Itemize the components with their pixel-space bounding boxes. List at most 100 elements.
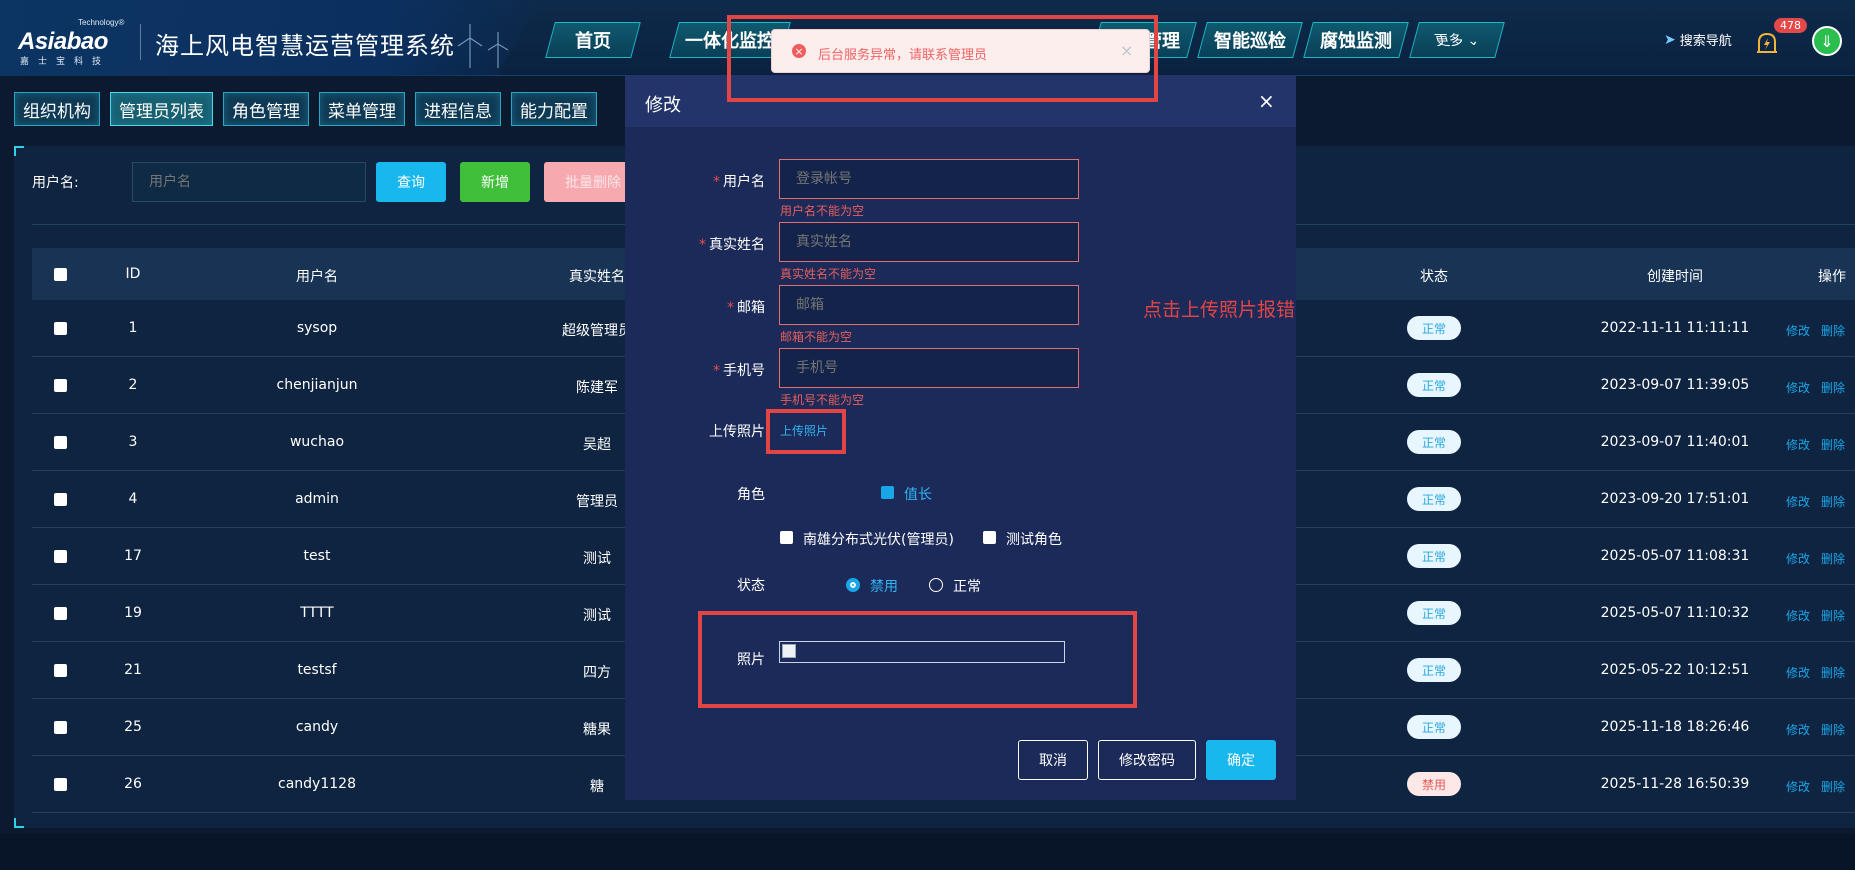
realname-error: 真实姓名不能为空 [780,267,877,281]
row-checkbox[interactable] [54,664,67,677]
cell-realname: 糖果 [583,722,611,738]
alarm-count-badge: 478 [1774,18,1807,33]
cell-realname: 糖 [590,779,604,795]
select-all-checkbox[interactable] [54,268,67,281]
bottom-band [0,834,1855,870]
edit-link[interactable]: 修改 [1786,493,1810,510]
col-realname: 真实姓名 [569,269,625,285]
nav-more[interactable]: 更多 ⌄ [1409,22,1505,58]
cell-created: 2023-09-07 11:39:05 [1600,377,1750,393]
cell-realname: 四方 [583,665,611,681]
tab-process-info[interactable]: 进程信息 [415,92,501,126]
send-icon: ➤ [1664,31,1676,48]
role-checkbox-test[interactable] [983,531,996,544]
tab-capability-config[interactable]: 能力配置 [511,92,597,126]
status-badge: 正常 [1407,715,1461,739]
cell-id: 4 [128,491,138,507]
cell-id: 26 [124,776,142,792]
row-checkbox[interactable] [54,436,67,449]
edit-link[interactable]: 修改 [1786,721,1810,738]
row-checkbox[interactable] [54,550,67,563]
user-avatar[interactable]: ⇓ [1812,26,1842,56]
edit-link[interactable]: 修改 [1786,664,1810,681]
col-id: ID [125,266,141,282]
filter-username-label: 用户名: [32,175,79,191]
delete-link[interactable]: 删除 [1821,493,1845,510]
role-checkbox-zhizhang[interactable] [881,486,894,499]
alarm-bell-icon[interactable] [1754,30,1780,56]
delete-link[interactable]: 删除 [1821,607,1845,624]
delete-link[interactable]: 删除 [1821,436,1845,453]
cancel-button[interactable]: 取消 [1018,740,1088,780]
cell-realname: 测试 [583,551,611,567]
status-badge: 正常 [1407,487,1461,511]
tab-admin-list[interactable]: 管理员列表 [110,92,213,126]
realname-field[interactable] [779,222,1079,262]
row-checkbox[interactable] [54,607,67,620]
cell-id: 1 [128,320,138,336]
row-checkbox[interactable] [54,379,67,392]
phone-error: 手机号不能为空 [780,393,865,407]
status-radio-disabled[interactable] [846,578,860,592]
col-username: 用户名 [296,269,338,285]
edit-link[interactable]: 修改 [1786,322,1810,339]
col-created: 创建时间 [1647,269,1703,285]
change-password-button[interactable]: 修改密码 [1098,740,1196,780]
modal-title: 修改 [645,95,681,116]
delete-link[interactable]: 删除 [1821,322,1845,339]
status-badge: 正常 [1407,316,1461,340]
email-error: 邮箱不能为空 [780,330,853,344]
phone-field[interactable] [779,348,1079,388]
filter-bar: 用户名: 查询 新增 批量删除 [32,162,642,202]
delete-link[interactable]: 删除 [1821,721,1845,738]
username-search-input[interactable] [132,162,366,202]
cell-realname: 测试 [583,608,611,624]
nav-home[interactable]: 首页 [545,22,641,58]
close-icon[interactable]: × [1258,89,1275,113]
cell-username: wuchao [289,434,345,450]
status-badge: 正常 [1407,373,1461,397]
delete-link[interactable]: 删除 [1821,778,1845,795]
annotation-box-upload [766,409,846,454]
status-badge: 禁用 [1407,772,1461,796]
nav-corrosion-monitoring[interactable]: 腐蚀监测 [1303,22,1409,58]
row-checkbox[interactable] [54,493,67,506]
email-field[interactable] [779,285,1079,325]
edit-link[interactable]: 修改 [1786,379,1810,396]
role-zhizhang-label: 值长 [904,487,932,503]
row-checkbox[interactable] [54,322,67,335]
search-nav-link[interactable]: ➤ 搜索导航 [1664,30,1732,50]
edit-link[interactable]: 修改 [1786,550,1810,567]
row-checkbox[interactable] [54,721,67,734]
username-field[interactable] [779,159,1079,199]
col-status: 状态 [1420,269,1448,285]
nav-smart-inspection[interactable]: 智能巡检 [1197,22,1303,58]
cell-id: 21 [124,662,142,678]
tab-organization[interactable]: 组织机构 [14,92,100,126]
delete-link[interactable]: 删除 [1821,379,1845,396]
cell-created: 2025-05-22 10:12:51 [1600,662,1750,678]
delete-link[interactable]: 删除 [1821,550,1845,567]
username-error: 用户名不能为空 [780,204,865,218]
add-button[interactable]: 新增 [460,162,530,202]
cell-username: sysop [296,320,338,336]
tab-role-management[interactable]: 角色管理 [223,92,309,126]
status-radio-normal[interactable] [929,578,943,592]
cell-created: 2025-11-18 18:26:46 [1600,719,1750,735]
query-button[interactable]: 查询 [376,162,446,202]
tab-menu-management[interactable]: 菜单管理 [319,92,405,126]
role-checkbox-nanxiong[interactable] [780,531,793,544]
logo-sub-text: 嘉士宝科技 [20,57,111,67]
cell-username: admin [295,491,339,507]
cell-created: 2025-05-07 11:10:32 [1600,605,1750,621]
delete-link[interactable]: 删除 [1821,664,1845,681]
cell-id: 3 [128,434,138,450]
edit-link[interactable]: 修改 [1786,436,1810,453]
row-checkbox[interactable] [54,778,67,791]
system-title: 海上风电智慧运营管理系统 [155,32,455,60]
edit-link[interactable]: 修改 [1786,607,1810,624]
confirm-button[interactable]: 确定 [1206,740,1276,780]
status-label: 状态 [737,578,765,594]
edit-link[interactable]: 修改 [1786,778,1810,795]
company-logo: Technology® Asiabao 嘉士宝科技 [18,18,126,67]
